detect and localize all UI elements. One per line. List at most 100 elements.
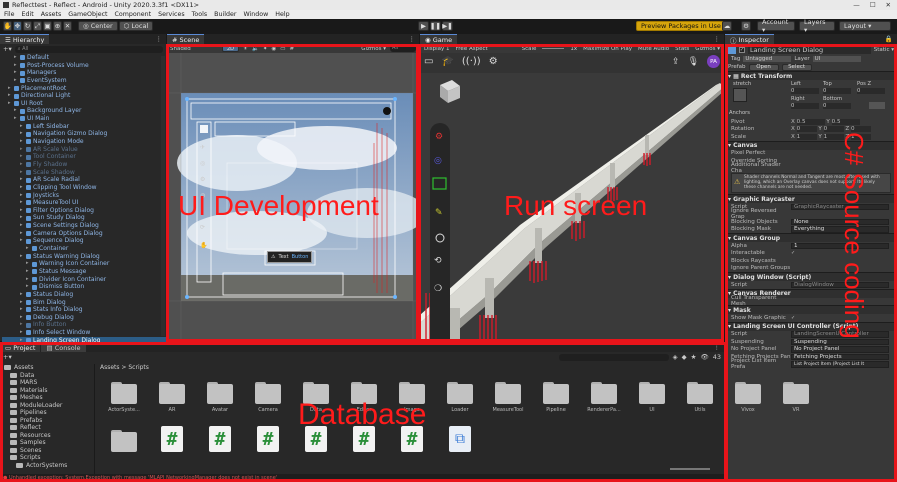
stats-toggle[interactable]: Stats <box>675 46 689 52</box>
bottom-field[interactable]: 0 <box>823 103 851 109</box>
pivot-center-button[interactable]: ◎ Center <box>78 21 118 31</box>
folder-icon[interactable]: ▭ <box>424 56 433 67</box>
game-gizmos-dropdown[interactable]: Gizmos ▾ <box>695 46 720 52</box>
scale-slider[interactable] <box>542 48 565 49</box>
maximize-icon[interactable]: ☐ <box>870 1 876 9</box>
hierarchy-item[interactable]: ▸ Managers <box>2 69 166 77</box>
alpha-field[interactable]: 1 <box>791 242 889 249</box>
hierarchy-item[interactable]: ▸ PlacementRoot <box>2 85 166 93</box>
menu-item-window[interactable]: Window <box>243 11 268 18</box>
hidden-packages-icon[interactable]: 👁 <box>700 353 708 361</box>
lighting-icon[interactable]: ☀ <box>243 46 248 52</box>
hierarchy-item[interactable]: ▸Container <box>2 245 166 253</box>
display-dropdown[interactable]: Display 1 <box>424 46 450 52</box>
show-mask-checkbox[interactable]: ✓ <box>791 315 795 321</box>
asset-folder[interactable]: Loader <box>440 382 480 413</box>
rotate-tool-icon[interactable]: ↻ <box>23 21 32 31</box>
panel-menu-icon[interactable]: ⋮ <box>714 35 725 43</box>
hierarchy-item[interactable]: ▸ Background Layer <box>2 107 166 115</box>
asset-folder[interactable]: Image <box>392 382 432 413</box>
asset-folder[interactable]: Utils <box>680 382 720 413</box>
anchor-preset-button[interactable] <box>733 88 747 102</box>
lock-icon[interactable]: 🔒 <box>885 35 897 43</box>
hierarchy-item[interactable]: ▸ Scale Shadow <box>2 169 166 177</box>
hierarchy-item[interactable]: ▸ Debug Dialog <box>2 314 166 322</box>
account-dropdown[interactable]: Account ▾ <box>757 18 795 34</box>
aspect-dropdown[interactable]: Free Aspect <box>456 46 488 52</box>
tag-dropdown[interactable]: Untagged <box>743 56 792 62</box>
collab-icon[interactable]: ☁ <box>722 21 732 31</box>
hierarchy-item[interactable]: ▸ Warning Icon Container <box>2 260 166 268</box>
tab-game[interactable]: ◉ Game <box>420 34 458 44</box>
layout-dropdown[interactable]: Layout ▾ <box>839 21 891 31</box>
add-icon[interactable]: +▾ <box>3 45 12 53</box>
menu-item-edit[interactable]: Edit <box>22 11 34 18</box>
pivot-local-button[interactable]: ⬡ Local <box>118 21 154 31</box>
asset-folder[interactable]: Data <box>296 382 336 413</box>
pause-button[interactable]: ❚❚ <box>430 21 441 31</box>
project-search-input[interactable] <box>558 353 669 361</box>
prefab-select-button[interactable]: Select <box>781 63 812 71</box>
canvas-header[interactable]: ▾ Canvas <box>725 140 897 150</box>
audio-icon[interactable]: 🔈 <box>252 46 259 52</box>
csharp-script-asset[interactable]: # <box>200 426 240 452</box>
shading-dropdown[interactable]: Shaded <box>170 46 218 52</box>
preview-packages-button[interactable]: Preview Packages in Use ▾ <box>636 21 732 31</box>
project-tree-item[interactable]: MARS <box>4 379 92 387</box>
hierarchy-item[interactable]: ▸ AR Scale Radial <box>2 176 166 184</box>
canvas-group-header[interactable]: ▾ Canvas Group <box>725 233 897 242</box>
visibility-icon[interactable]: ◉ <box>271 46 276 52</box>
asset-folder[interactable]: MeasureTool <box>488 382 528 413</box>
minimize-icon[interactable]: — <box>853 1 860 9</box>
posz-field[interactable]: 0 <box>857 88 885 94</box>
rect-transform-header[interactable]: ▾ ▦ Rect Transform <box>725 71 897 80</box>
services-icon[interactable]: ⚙ <box>741 21 751 31</box>
menu-item-help[interactable]: Help <box>275 11 289 18</box>
asset-folder[interactable]: AR <box>152 382 192 413</box>
project-tree-item[interactable]: ModuleLoader <box>4 402 92 410</box>
suspending-field[interactable]: Suspending <box>791 338 889 345</box>
hierarchy-item[interactable]: ▸ Status Message <box>2 268 166 276</box>
landing-controller-header[interactable]: ▾ Landing Screen UI Controller (Script) <box>725 321 897 331</box>
project-tree-item[interactable]: Reflect <box>4 424 92 432</box>
hierarchy-item[interactable]: ▸ UI Root <box>2 100 166 108</box>
step-button[interactable]: ▶❚ <box>442 21 453 31</box>
microphone-icon[interactable]: 🎙 <box>688 57 699 67</box>
menu-item-tools[interactable]: Tools <box>192 11 208 18</box>
mute-audio-toggle[interactable]: Mute Audio <box>638 46 669 52</box>
broadcast-icon[interactable]: ((·)) <box>462 56 481 67</box>
tab-console[interactable]: ▤ Console <box>41 342 86 352</box>
hierarchy-item[interactable]: ▸ Joysticks <box>2 192 166 200</box>
hierarchy-item[interactable]: ▸ Sun Study Dialog <box>2 214 166 222</box>
hierarchy-item[interactable]: ▸ AR Scale Value <box>2 146 166 154</box>
menu-item-assets[interactable]: Assets <box>41 11 62 18</box>
hierarchy-item[interactable]: ▸ Default <box>2 54 166 62</box>
csharp-script-asset[interactable]: # <box>248 426 288 452</box>
rotation-y-field[interactable]: 0 <box>823 126 844 133</box>
blocking-objects-dropdown[interactable]: None <box>791 218 889 225</box>
csharp-script-asset[interactable]: # <box>344 426 384 452</box>
asset-folder[interactable]: Editor <box>344 382 384 413</box>
custom-tool-icon[interactable]: ✕ <box>63 21 72 31</box>
active-checkbox[interactable]: ✓ <box>739 46 745 53</box>
asset-folder[interactable]: Vivox <box>728 382 768 413</box>
layers-dropdown[interactable]: Layers ▾ <box>799 18 835 34</box>
asset-folder[interactable]: Camera <box>248 382 288 413</box>
right-field[interactable]: 0 <box>791 103 819 109</box>
project-tree-item[interactable]: Data <box>4 372 92 380</box>
hierarchy-item[interactable]: ▸ Sequence Dialog <box>2 237 166 245</box>
filter-label-icon[interactable]: ◆ <box>682 353 687 361</box>
hierarchy-item[interactable]: ▸ Info Select Window <box>2 329 166 337</box>
hierarchy-item[interactable]: ▸ Bim Dialog <box>2 299 166 307</box>
menu-item-file[interactable]: File <box>4 11 15 18</box>
asset-folder[interactable]: UI <box>632 382 672 413</box>
scene-search-input[interactable]: All <box>390 45 416 52</box>
rotation-x-field[interactable]: 0 <box>796 126 817 133</box>
hand-tool-icon[interactable]: ✋ <box>3 21 12 31</box>
hierarchy-item[interactable]: ▸ Fly Shadow <box>2 161 166 169</box>
2d-toggle[interactable]: 2D <box>222 45 240 52</box>
hierarchy-item[interactable]: ▸ Status Dialog <box>2 291 166 299</box>
menu-item-gameobject[interactable]: GameObject <box>68 11 107 18</box>
hierarchy-item[interactable]: ▸ Clipping Tool Window <box>2 184 166 192</box>
hierarchy-item[interactable]: ▸ Info Button <box>2 321 166 329</box>
